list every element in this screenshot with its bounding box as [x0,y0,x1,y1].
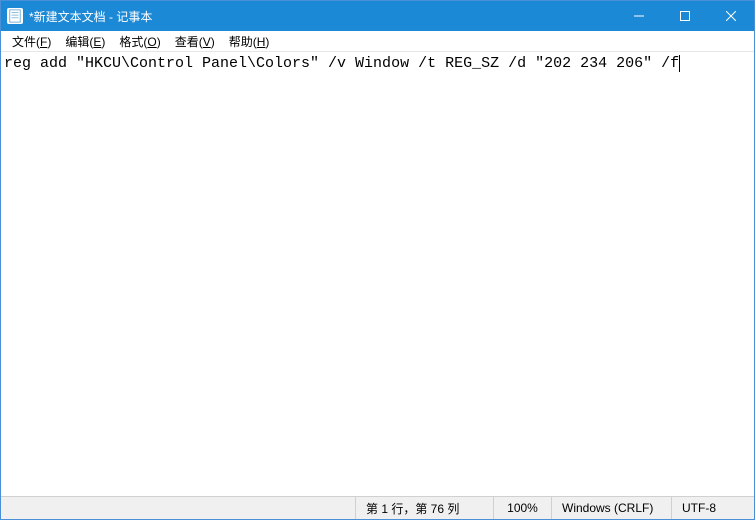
statusbar: 第 1 行，第 76 列 100% Windows (CRLF) UTF-8 [1,496,754,519]
menu-file[interactable]: 文件(F) [5,32,58,51]
window-controls [616,1,754,31]
status-zoom: 100% [494,497,552,519]
status-encoding: UTF-8 [672,497,754,519]
notepad-icon [7,8,23,24]
editor-content: reg add "HKCU\Control Panel\Colors" /v W… [4,54,751,73]
maximize-icon [680,11,690,21]
window-title: *新建文本文档 - 记事本 [29,8,616,25]
menu-format[interactable]: 格式(O) [112,32,167,51]
minimize-icon [634,11,644,21]
minimize-button[interactable] [616,1,662,31]
status-position: 第 1 行，第 76 列 [356,497,494,519]
titlebar[interactable]: *新建文本文档 - 记事本 [1,1,754,31]
maximize-button[interactable] [662,1,708,31]
menubar: 文件(F) 编辑(E) 格式(O) 查看(V) 帮助(H) [1,31,754,52]
menu-edit[interactable]: 编辑(E) [58,32,112,51]
text-editor[interactable]: reg add "HKCU\Control Panel\Colors" /v W… [1,52,754,496]
text-caret [679,55,680,72]
status-spacer [1,497,356,519]
status-line-ending: Windows (CRLF) [552,497,672,519]
close-button[interactable] [708,1,754,31]
menu-view[interactable]: 查看(V) [168,32,222,51]
close-icon [726,11,736,21]
menu-help[interactable]: 帮助(H) [222,32,277,51]
